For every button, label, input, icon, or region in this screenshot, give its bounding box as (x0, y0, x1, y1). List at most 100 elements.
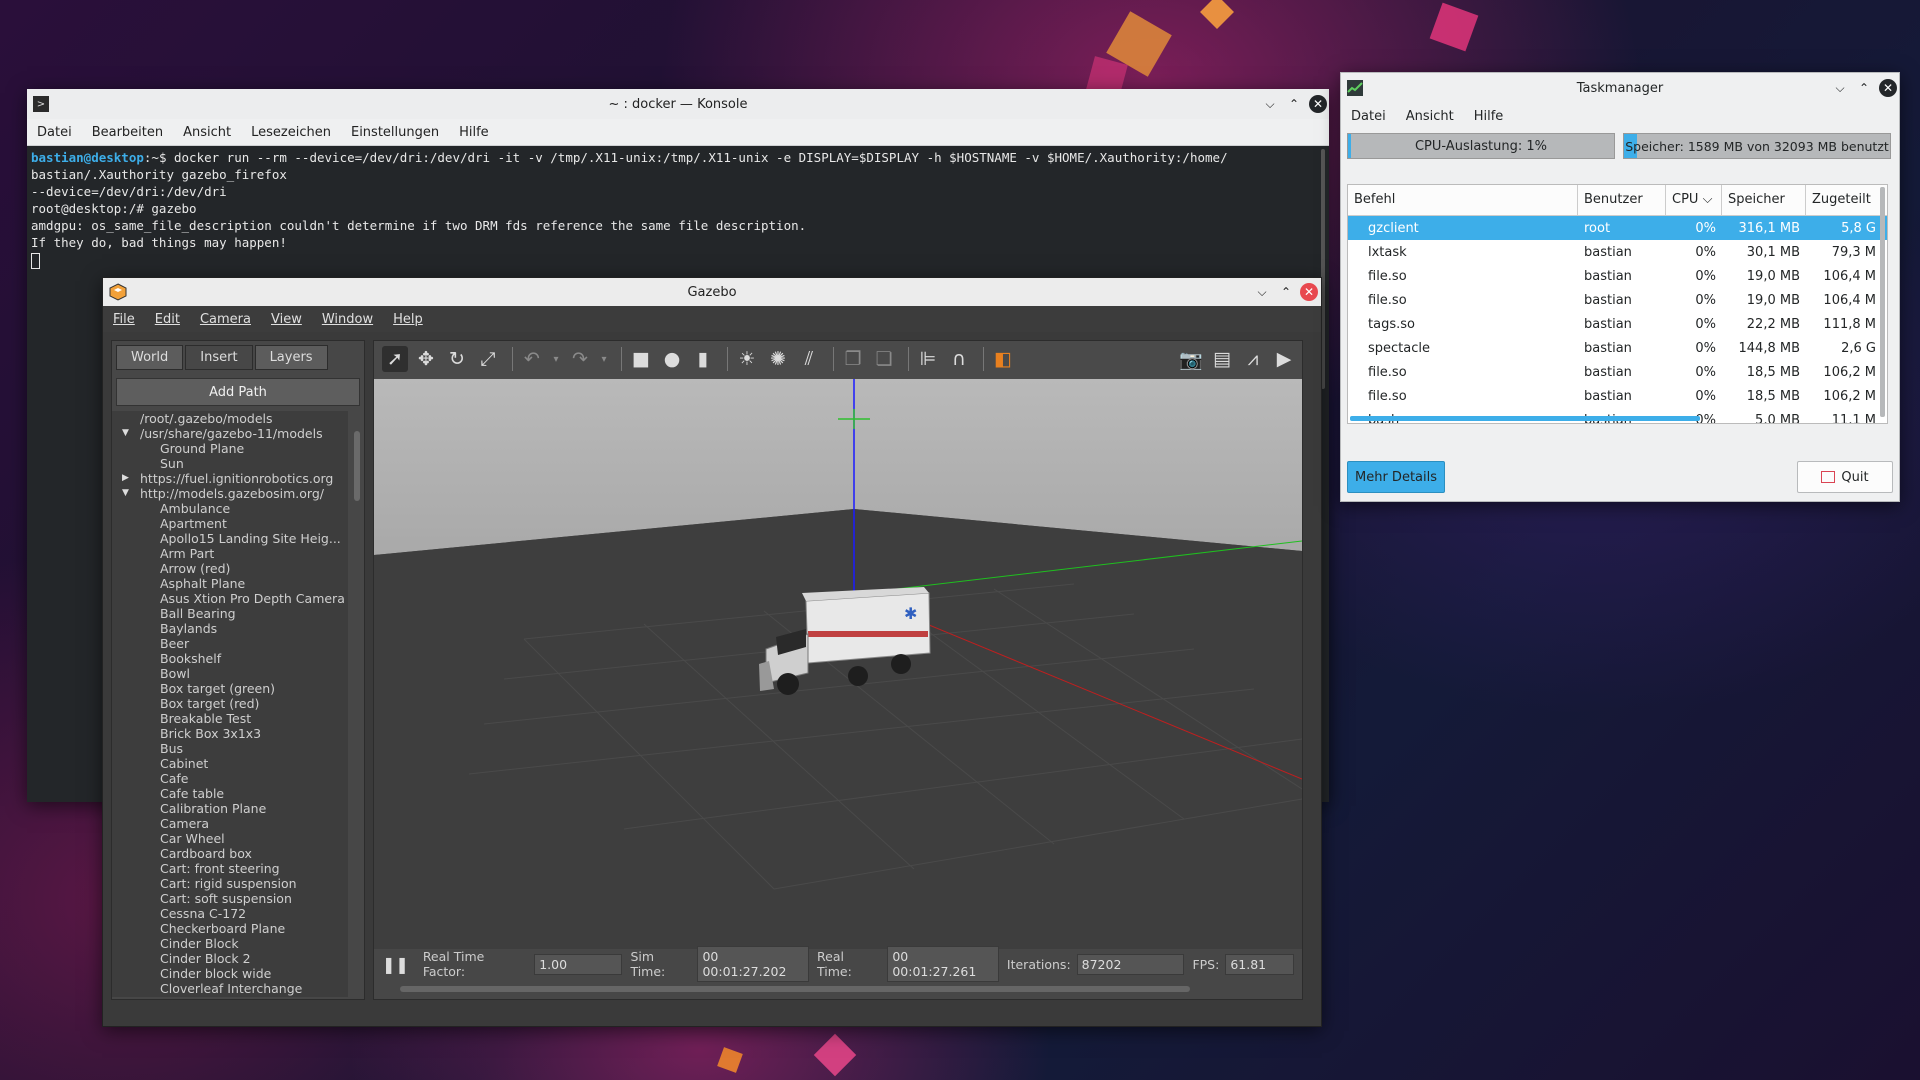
tree-group[interactable]: ▼ http://models.gazebosim.org/ (112, 486, 348, 501)
sphere-shape-icon[interactable]: ● (659, 346, 685, 372)
tree-item[interactable]: Cart: front steering (112, 861, 348, 876)
menu-window[interactable]: Window (312, 312, 383, 327)
undo-dropdown-icon[interactable]: ▾ (550, 346, 562, 372)
tree-item[interactable]: Bus (112, 741, 348, 756)
terminal-output[interactable]: bastian@desktop:~$ docker run --rm --dev… (27, 146, 1329, 272)
directional-light-icon[interactable]: ⫽ (796, 346, 822, 372)
scale-tool-icon[interactable]: ⤢ (475, 346, 501, 372)
column-cpu[interactable]: CPU ⌵ (1666, 185, 1722, 215)
paste-icon[interactable]: ❏ (871, 346, 897, 372)
close-button[interactable]: ✕ (1879, 79, 1897, 97)
box-shape-icon[interactable]: ■ (628, 346, 654, 372)
minimize-button[interactable]: ⌵ (1261, 95, 1279, 113)
table-row[interactable]: tags.so bastian 0% 22,2 MB 111,8 M (1348, 312, 1887, 336)
tab-layers[interactable]: Layers (254, 345, 328, 370)
model-tree[interactable]: /root/.gazebo/models ▼/usr/share/gazebo-1… (112, 411, 348, 997)
video-record-icon[interactable]: ▶ (1271, 346, 1297, 372)
tree-item[interactable]: Cardboard box (112, 846, 348, 861)
tree-item[interactable]: Box target (green) (112, 681, 348, 696)
taskmanager-titlebar[interactable]: Taskmanager ⌵ ⌃ ✕ (1341, 73, 1899, 103)
tree-item[interactable]: Asus Xtion Pro Depth Camera (112, 591, 348, 606)
translate-tool-icon[interactable]: ✥ (413, 346, 439, 372)
tree-item[interactable]: Bowl (112, 666, 348, 681)
maximize-button[interactable]: ⌃ (1855, 79, 1873, 97)
spot-light-icon[interactable]: ✺ (765, 346, 791, 372)
minimize-button[interactable]: ⌵ (1831, 79, 1849, 97)
menu-hilfe[interactable]: Hilfe (1464, 109, 1514, 124)
table-row[interactable]: gzclient root 0% 316,1 MB 5,8 G (1348, 216, 1887, 240)
tree-item[interactable]: Checkerboard Plane (112, 921, 348, 936)
gazebo-window[interactable]: Gazebo ⌵ ⌃ ✕ File Edit Camera View Windo… (102, 277, 1322, 1027)
tree-item[interactable]: Cart: soft suspension (112, 891, 348, 906)
pause-icon[interactable]: ❚❚ (382, 955, 409, 974)
tab-insert[interactable]: Insert (185, 345, 253, 370)
tree-item[interactable]: Car Wheel (112, 831, 348, 846)
tree-item[interactable]: Cart: rigid suspension (112, 876, 348, 891)
maximize-button[interactable]: ⌃ (1285, 95, 1303, 113)
menu-einstellungen[interactable]: Einstellungen (341, 125, 449, 140)
taskmanager-window[interactable]: Taskmanager ⌵ ⌃ ✕ Datei Ansicht Hilfe CP… (1340, 72, 1900, 502)
konsole-titlebar[interactable]: > ~ : docker — Konsole ⌵ ⌃ ✕ (27, 89, 1329, 119)
column-speicher[interactable]: Speicher (1722, 185, 1806, 215)
screenshot-camera-icon[interactable]: 📷 (1178, 346, 1204, 372)
tree-item[interactable]: Brick Box 3x1x3 (112, 726, 348, 741)
more-details-button[interactable]: Mehr Details (1347, 461, 1445, 493)
3d-scene[interactable]: ✱ (374, 379, 1302, 949)
tree-item[interactable]: Asphalt Plane (112, 576, 348, 591)
plot-icon[interactable]: ⩘ (1240, 346, 1266, 372)
tree-item[interactable]: Sun (112, 456, 348, 471)
table-row[interactable]: file.so bastian 0% 19,0 MB 106,4 M (1348, 288, 1887, 312)
table-row[interactable]: file.so bastian 0% 19,0 MB 106,4 M (1348, 264, 1887, 288)
menu-ansicht[interactable]: Ansicht (173, 125, 241, 140)
tree-item[interactable]: Apartment (112, 516, 348, 531)
redo-dropdown-icon[interactable]: ▾ (598, 346, 610, 372)
tree-group[interactable]: ▼/usr/share/gazebo-11/models (112, 426, 348, 441)
menu-ansicht[interactable]: Ansicht (1396, 109, 1464, 124)
tree-item[interactable]: Cabinet (112, 756, 348, 771)
table-vscrollbar[interactable] (1880, 187, 1885, 417)
tree-item[interactable]: Calibration Plane (112, 801, 348, 816)
menu-help[interactable]: Help (383, 312, 433, 327)
tree-item[interactable]: Beer (112, 636, 348, 651)
tab-world[interactable]: World (116, 345, 184, 370)
menu-hilfe[interactable]: Hilfe (449, 125, 499, 140)
maximize-button[interactable]: ⌃ (1277, 283, 1295, 301)
status-scrollbar[interactable] (400, 986, 1190, 992)
collapsed-arrow-icon[interactable]: ▶ (122, 471, 129, 486)
tree-item[interactable]: Breakable Test (112, 711, 348, 726)
table-hscrollbar[interactable] (1350, 416, 1700, 421)
tree-item[interactable]: Arm Part (112, 546, 348, 561)
tree-scrollbar[interactable] (354, 431, 360, 501)
gazebo-titlebar[interactable]: Gazebo ⌵ ⌃ ✕ (103, 278, 1321, 306)
menu-bearbeiten[interactable]: Bearbeiten (82, 125, 173, 140)
expanded-arrow-icon[interactable]: ▼ (122, 486, 129, 501)
menu-file[interactable]: File (103, 312, 145, 327)
tree-item[interactable]: Cinder Block (112, 936, 348, 951)
align-icon[interactable]: ⊫ (915, 346, 941, 372)
tree-group[interactable]: /root/.gazebo/models (112, 411, 348, 426)
menu-view[interactable]: View (261, 312, 312, 327)
snap-magnet-icon[interactable]: ∩ (946, 346, 972, 372)
tree-item[interactable]: Camera (112, 816, 348, 831)
minimize-button[interactable]: ⌵ (1253, 283, 1271, 301)
cylinder-shape-icon[interactable]: ▮ (690, 346, 716, 372)
tree-item[interactable]: Cinder block wide (112, 966, 348, 981)
menu-camera[interactable]: Camera (190, 312, 261, 327)
column-befehl[interactable]: Befehl (1348, 185, 1578, 215)
add-path-button[interactable]: Add Path (116, 378, 360, 406)
tree-item[interactable]: Baylands (112, 621, 348, 636)
column-zugeteilt[interactable]: Zugeteilt (1806, 185, 1880, 215)
log-icon[interactable]: ▤ (1209, 346, 1235, 372)
table-row[interactable]: file.so bastian 0% 18,5 MB 106,2 M (1348, 384, 1887, 408)
select-tool-icon[interactable]: ➚ (382, 346, 408, 372)
copy-icon[interactable]: ❐ (840, 346, 866, 372)
rotate-tool-icon[interactable]: ↻ (444, 346, 470, 372)
tree-item[interactable]: Arrow (red) (112, 561, 348, 576)
expanded-arrow-icon[interactable]: ▼ (122, 426, 129, 441)
tree-item[interactable]: Box target (red) (112, 696, 348, 711)
tree-item[interactable]: Cinder Block 2 (112, 951, 348, 966)
menu-lesezeichen[interactable]: Lesezeichen (241, 125, 341, 140)
table-row[interactable]: spectacle bastian 0% 144,8 MB 2,6 G (1348, 336, 1887, 360)
tree-item[interactable]: Cafe (112, 771, 348, 786)
undo-icon[interactable]: ↶ (519, 346, 545, 372)
